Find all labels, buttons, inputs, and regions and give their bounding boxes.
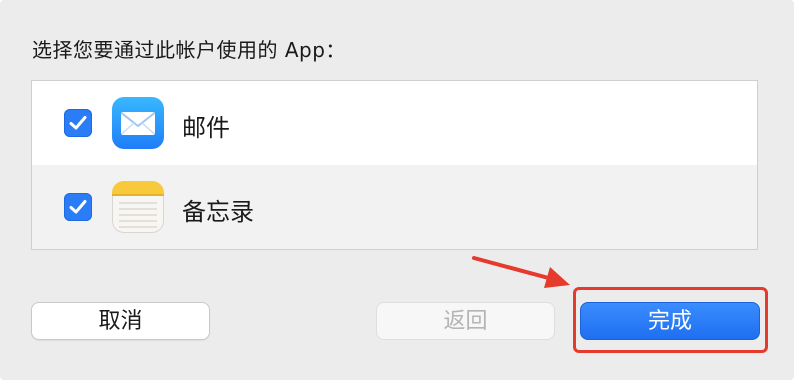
done-button[interactable]: 完成: [580, 302, 760, 340]
mail-checkbox[interactable]: [64, 109, 92, 137]
cancel-button[interactable]: 取消: [31, 302, 210, 340]
app-label-mail: 邮件: [182, 114, 230, 142]
app-list: 邮件 备忘录: [31, 80, 758, 250]
app-row-mail[interactable]: 邮件: [32, 81, 757, 165]
annotation-arrow-icon: [472, 256, 570, 288]
notes-checkbox[interactable]: [64, 193, 92, 221]
account-apps-dialog: 选择您要通过此帐户使用的 App： 邮件 备忘录 取消 返回 完成: [0, 0, 794, 380]
app-label-notes: 备忘录: [182, 198, 254, 226]
back-button[interactable]: 返回: [376, 302, 555, 340]
dialog-prompt: 选择您要通过此帐户使用的 App：: [32, 38, 346, 62]
mail-app-icon: [112, 97, 164, 149]
notes-app-icon: [112, 181, 164, 233]
checkmark-icon: [69, 116, 87, 130]
checkmark-icon: [69, 200, 87, 214]
app-row-notes[interactable]: 备忘录: [32, 165, 757, 249]
